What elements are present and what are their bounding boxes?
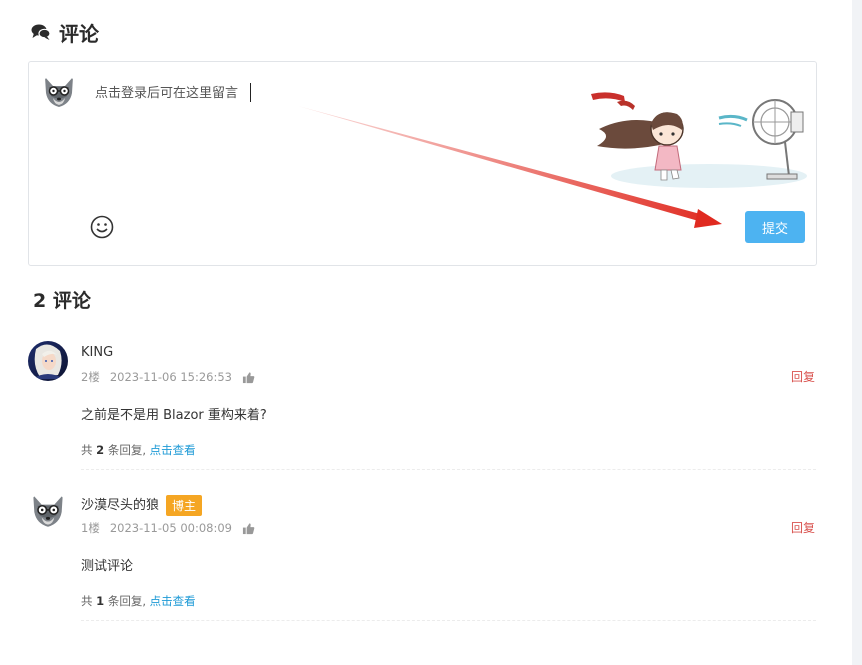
comment-floor: 1楼 [81, 521, 100, 535]
replies-prefix: 共 [81, 594, 93, 608]
user-avatar-icon [28, 341, 68, 381]
comments-title: 评论 [59, 21, 99, 46]
reply-button[interactable]: 回复 [791, 368, 815, 385]
thumbs-up-icon[interactable] [242, 522, 255, 535]
comment-author[interactable]: 沙漠尽头的狼 [81, 498, 159, 513]
submit-button[interactable]: 提交 [745, 211, 805, 243]
comment-replies-summary: 共 1 条回复, 点击查看 [81, 593, 196, 609]
comments-header: 评论 [31, 18, 99, 46]
comment-time: 2023-11-05 00:08:09 [109, 521, 232, 535]
comment-time: 2023-11-06 15:26:53 [109, 370, 232, 384]
comment-form: 提交 [28, 61, 817, 266]
replies-count: 1 [96, 594, 105, 608]
view-replies-link[interactable]: 点击查看 [150, 594, 196, 608]
thumbs-up-icon[interactable] [242, 371, 255, 384]
comment-text: 测试评论 [81, 559, 134, 574]
comments-count-title: 2 评论 [33, 290, 91, 312]
comment-input[interactable] [95, 82, 565, 192]
comment-floor: 2楼 [81, 370, 100, 384]
wolf-avatar-icon [40, 73, 78, 111]
replies-suffix: 条回复, [107, 443, 146, 457]
girl-fan-illustration [591, 92, 807, 188]
comment-replies-summary: 共 2 条回复, 点击查看 [81, 442, 196, 458]
page-scroll-edge [852, 0, 862, 665]
comment-text: 之前是不是用 Blazor 重构来着? [81, 408, 267, 423]
avatar [28, 341, 68, 381]
comment-meta: 1楼 2023-11-05 00:08:09 [81, 520, 255, 536]
comment-divider [81, 469, 816, 470]
view-replies-link[interactable]: 点击查看 [150, 443, 196, 457]
comment-author[interactable]: KING [81, 345, 113, 360]
emoji-button[interactable] [89, 214, 115, 240]
wolf-avatar-icon [28, 491, 68, 531]
replies-prefix: 共 [81, 443, 93, 457]
replies-suffix: 条回复, [107, 594, 146, 608]
author-badge: 博主 [166, 495, 203, 516]
comment-author-row: 沙漠尽头的狼 博主 [81, 494, 203, 516]
replies-count: 2 [96, 443, 105, 457]
comment-meta: 2楼 2023-11-06 15:26:53 [81, 369, 255, 385]
avatar [40, 73, 78, 111]
reply-button[interactable]: 回复 [791, 519, 815, 536]
smiley-icon [90, 215, 114, 239]
text-caret [250, 83, 251, 102]
chat-bubbles-icon [31, 24, 51, 40]
avatar [28, 491, 68, 531]
comment-divider [81, 620, 816, 621]
